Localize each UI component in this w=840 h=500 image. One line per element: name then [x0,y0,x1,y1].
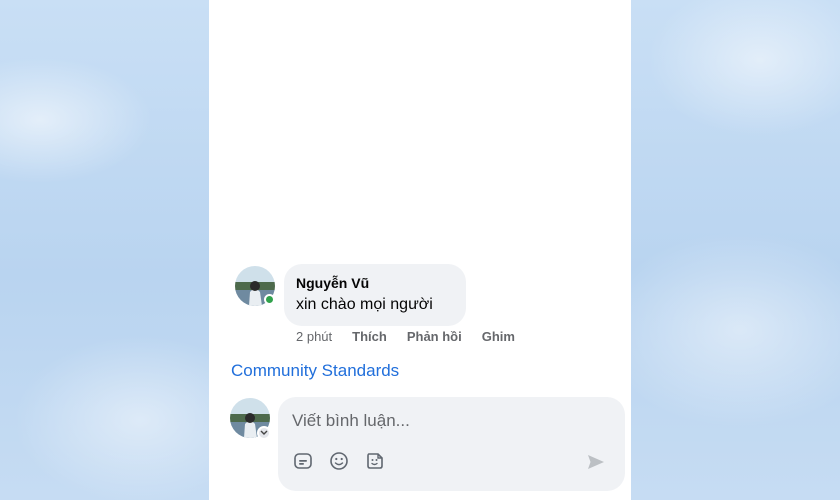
online-status-indicator [264,294,275,305]
comment-author[interactable]: Nguyễn Vũ [296,274,454,292]
comment-timestamp[interactable]: 2 phút [296,329,332,345]
like-button[interactable]: Thích [352,329,387,345]
comment-actions: 2 phút Thích Phản hồi Ghim [296,329,515,345]
gif-icon [294,453,312,469]
emoji-button[interactable] [328,450,350,472]
sticker-icon [367,453,383,469]
emoji-icon [330,452,348,470]
comment-bubble: Nguyễn Vũ xin chào mọi người [284,264,466,326]
composer-tools [292,450,386,472]
community-standards-link[interactable]: Community Standards [231,361,399,381]
chevron-down-icon [260,430,268,435]
gif-button[interactable] [292,450,314,472]
reply-button[interactable]: Phản hồi [407,329,462,345]
sticker-button[interactable] [364,450,386,472]
send-button[interactable] [584,450,608,474]
account-switch-badge[interactable] [257,426,271,440]
send-icon [588,455,604,469]
comment-text: xin chào mọi người [296,296,433,313]
comments-panel: Nguyễn Vũ xin chào mọi người 2 phút Thíc… [209,0,631,500]
pin-button[interactable]: Ghim [482,329,515,345]
comment-composer [278,397,625,491]
comment-input[interactable] [290,407,614,435]
